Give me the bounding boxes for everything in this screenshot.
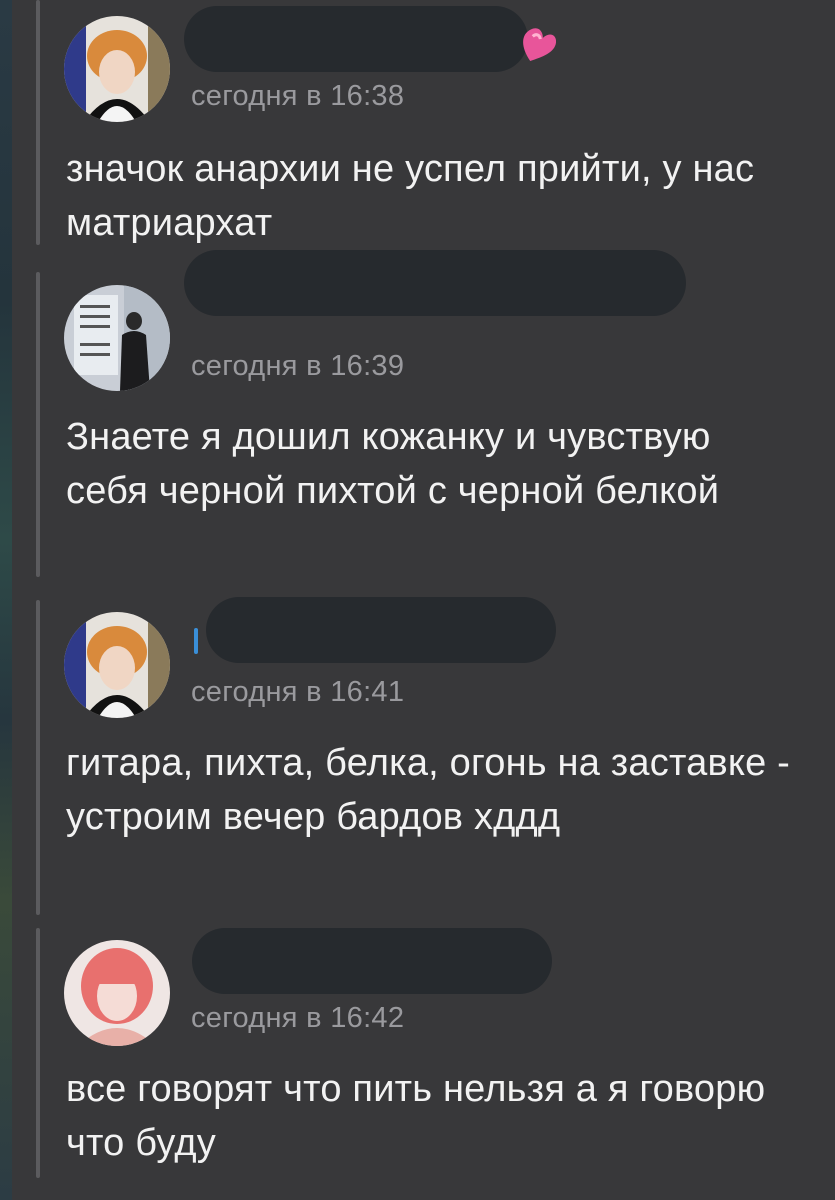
avatar[interactable] (64, 940, 170, 1046)
user-avatar-image (64, 612, 170, 718)
redacted-username[interactable] (184, 250, 686, 316)
avatar[interactable] (64, 16, 170, 122)
heart-icon (523, 28, 556, 61)
user-avatar-image (64, 285, 170, 391)
avatar[interactable] (64, 285, 170, 391)
message-text: значок анархии не успел прийти, у нас ма… (66, 148, 755, 244)
redacted-username[interactable] (206, 597, 556, 663)
message-timestamp: сегодня в 16:39 (191, 350, 405, 382)
message-timestamp: сегодня в 16:42 (191, 1002, 405, 1034)
message-timestamp: сегодня в 16:41 (191, 676, 405, 708)
user-avatar-image (64, 16, 170, 122)
cursor-mark (194, 628, 198, 654)
message-timestamp: сегодня в 16:38 (191, 80, 405, 112)
redacted-username[interactable] (184, 6, 528, 72)
message-text: все говорят что пить нельзя а я говорю ч… (66, 1068, 766, 1164)
thread-bar (36, 600, 40, 915)
message-text: Знаете я дошил кожанку и чувствую себя ч… (66, 416, 720, 512)
user-avatar-image (64, 940, 170, 1046)
background-wallpaper-strip (0, 0, 12, 1200)
thread-bar (36, 272, 40, 577)
thread-bar (36, 928, 40, 1178)
avatar[interactable] (64, 612, 170, 718)
redacted-username[interactable] (192, 928, 552, 994)
thread-bar (36, 0, 40, 245)
message-text: гитара, пихта, белка, огонь на заставке … (66, 742, 791, 838)
chat-screen: сегодня в 16:38 значок анархии не успел … (0, 0, 835, 1200)
